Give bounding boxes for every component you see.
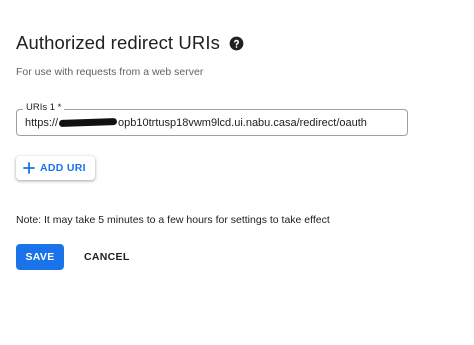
uri-field[interactable]: URIs 1 * https:// opb10trtusp18vwm9lcd.ui…: [16, 102, 408, 136]
plus-icon: [23, 162, 35, 174]
uri-value-prefix: https://: [25, 117, 59, 129]
uri-field-value[interactable]: https:// opb10trtusp18vwm9lcd.ui.nabu.cas…: [25, 116, 367, 130]
help-circle-icon[interactable]: [229, 36, 244, 51]
uri-field-label: URIs 1 *: [23, 102, 65, 114]
section-title: Authorized redirect URIs: [16, 32, 220, 53]
add-uri-label: ADD URI: [40, 162, 86, 174]
redaction-mark: [58, 117, 118, 127]
add-uri-button[interactable]: ADD URI: [16, 156, 95, 180]
section-subtitle: For use with requests from a web server: [16, 66, 204, 78]
settings-note: Note: It may take 5 minutes to a few hou…: [16, 214, 330, 226]
section-header: Authorized redirect URIs: [16, 30, 244, 56]
uri-value-suffix: opb10trtusp18vwm9lcd.ui.nabu.casa/redire…: [118, 117, 367, 129]
save-button[interactable]: SAVE: [16, 244, 64, 270]
cancel-button[interactable]: CANCEL: [76, 244, 138, 270]
